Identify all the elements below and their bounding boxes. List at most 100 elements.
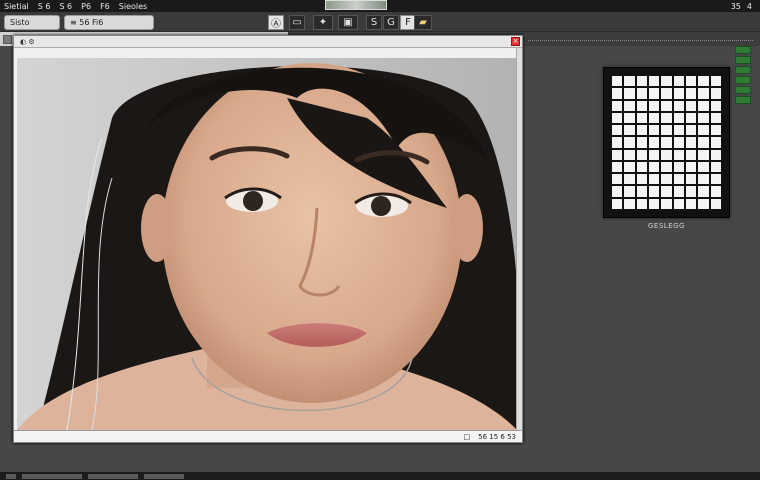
grid-cell[interactable] (636, 137, 647, 148)
grid-cell[interactable] (612, 125, 623, 136)
grid-cell[interactable] (698, 137, 709, 148)
grid-cell[interactable] (673, 88, 684, 99)
menu-item[interactable]: P6 (81, 2, 91, 11)
grid-cell[interactable] (673, 198, 684, 209)
grid-cell[interactable] (710, 161, 721, 173)
menu-item[interactable]: F6 (100, 2, 110, 11)
grid-cell[interactable] (648, 161, 660, 173)
grid-cell[interactable] (685, 100, 697, 111)
menu-item[interactable]: S 6 (38, 2, 51, 11)
grid-cell[interactable] (612, 149, 623, 160)
grid-cell[interactable] (661, 112, 672, 124)
grid-cell[interactable] (673, 76, 684, 87)
grid-cell[interactable] (661, 76, 672, 87)
grid-cell[interactable] (673, 149, 684, 160)
grid-cell[interactable] (685, 186, 697, 197)
grid-cell[interactable] (636, 198, 647, 209)
grid-cell[interactable] (698, 186, 709, 197)
grid-cell[interactable] (710, 174, 721, 185)
grid-cell[interactable] (685, 76, 697, 87)
grid-cell[interactable] (648, 76, 660, 87)
grid-cell[interactable] (685, 137, 697, 148)
grid-cell[interactable] (624, 137, 635, 148)
grid-cell[interactable] (661, 161, 672, 173)
grid-cell[interactable] (624, 186, 635, 197)
grid-cell[interactable] (698, 76, 709, 87)
grid-cell[interactable] (624, 198, 635, 209)
grid-cell[interactable] (661, 186, 672, 197)
tool-button[interactable]: S (366, 15, 382, 30)
taskbar-item[interactable] (6, 473, 16, 479)
grid-cell[interactable] (698, 112, 709, 124)
grid-cell[interactable] (685, 88, 697, 99)
document-titlebar[interactable]: ◐ ⚙ ƒ (14, 36, 522, 48)
option-square[interactable] (3, 34, 12, 44)
grid-cell[interactable] (636, 174, 647, 185)
grid-cell[interactable] (612, 76, 623, 87)
vertical-scrollbar[interactable] (516, 48, 522, 430)
grid-cell[interactable] (673, 137, 684, 148)
tool-tab-primary[interactable]: Sisto (4, 15, 60, 30)
user-icon[interactable]: 4 (747, 2, 752, 11)
grid-cell[interactable] (661, 174, 672, 185)
grid-cell[interactable] (648, 125, 660, 136)
grid-cell[interactable] (636, 125, 647, 136)
grid-cell[interactable] (710, 112, 721, 124)
taskbar-item[interactable] (22, 473, 82, 479)
grid-cell[interactable] (624, 161, 635, 173)
grid-cell[interactable] (624, 76, 635, 87)
grid-cell[interactable] (661, 149, 672, 160)
grid-cell[interactable] (710, 198, 721, 209)
grid-cell[interactable] (661, 88, 672, 99)
open-folder-button[interactable]: ▰ (414, 15, 432, 30)
color-swatch[interactable] (735, 86, 751, 94)
grid-cell[interactable] (612, 100, 623, 111)
grid-cell[interactable] (648, 186, 660, 197)
brush-button[interactable]: ✦ (313, 15, 333, 30)
grid-cell[interactable] (648, 112, 660, 124)
grid-cell[interactable] (698, 88, 709, 99)
grid-cell[interactable] (648, 88, 660, 99)
taskbar-item[interactable] (144, 473, 184, 479)
grid-cell[interactable] (698, 198, 709, 209)
color-swatch[interactable] (735, 96, 751, 104)
grid-cell[interactable] (612, 174, 623, 185)
grid-cell[interactable] (636, 149, 647, 160)
grid-cell[interactable] (710, 125, 721, 136)
grid-cell[interactable] (636, 161, 647, 173)
grid-cell[interactable] (698, 125, 709, 136)
grid-cell[interactable] (661, 198, 672, 209)
grid-cell[interactable] (685, 125, 697, 136)
color-swatch[interactable] (735, 46, 751, 54)
grid-cell[interactable] (698, 100, 709, 111)
image-document-window[interactable]: ◐ ⚙ ƒ × (13, 35, 523, 443)
camera-button[interactable]: ▣ (338, 15, 358, 30)
grid-cell[interactable] (685, 149, 697, 160)
color-swatch[interactable] (735, 76, 751, 84)
grid-cell[interactable] (612, 161, 623, 173)
grid-cell[interactable] (636, 100, 647, 111)
grid-cell[interactable] (685, 112, 697, 124)
grid-thumbnail-panel[interactable] (603, 67, 730, 218)
grid-cell[interactable] (624, 88, 635, 99)
menu-item[interactable]: Sieoles (119, 2, 147, 11)
menu-item[interactable]: S 6 (59, 2, 72, 11)
grid-cell[interactable] (612, 88, 623, 99)
status-icon[interactable]: □ (464, 433, 471, 441)
grid-cell[interactable] (636, 76, 647, 87)
grid-cell[interactable] (685, 161, 697, 173)
grid-cell[interactable] (710, 100, 721, 111)
grid-cell[interactable] (624, 125, 635, 136)
grid-cell[interactable] (636, 112, 647, 124)
grid-cell[interactable] (636, 186, 647, 197)
menu-item[interactable]: Sietial (4, 2, 29, 11)
tool-button[interactable]: ▭ (289, 15, 305, 30)
grid-cell[interactable] (710, 149, 721, 160)
grid-cell[interactable] (612, 137, 623, 148)
grid-cell[interactable] (673, 100, 684, 111)
grid-cell[interactable] (624, 112, 635, 124)
taskbar-item[interactable] (88, 473, 138, 479)
grid-cell[interactable] (612, 112, 623, 124)
grid-cell[interactable] (661, 137, 672, 148)
color-swatch[interactable] (735, 56, 751, 64)
